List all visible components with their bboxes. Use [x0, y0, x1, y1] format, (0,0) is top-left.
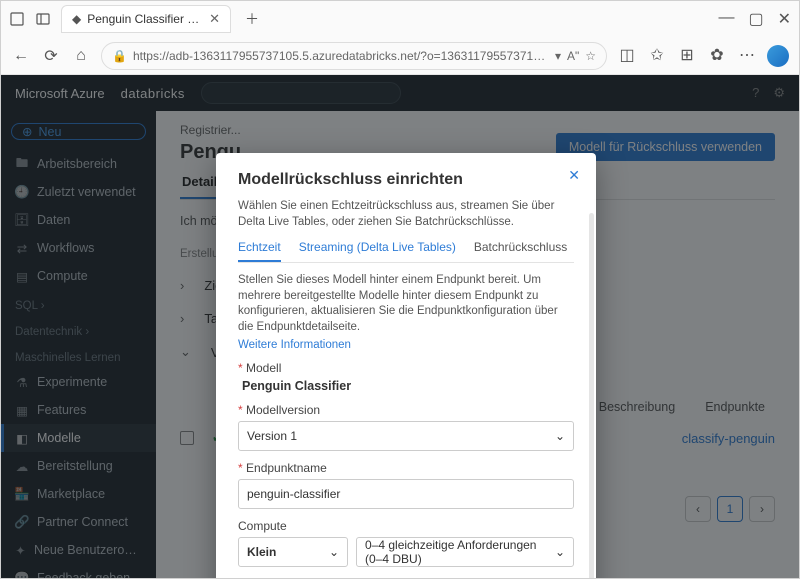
modal-close-icon[interactable]: ✕	[568, 167, 580, 184]
version-select-value: Version 1	[247, 429, 297, 443]
version-select[interactable]: Version 1 ⌄	[238, 421, 574, 451]
chevron-down-icon: ⌄	[555, 429, 565, 443]
browser-tab[interactable]: ◆ Penguin Classifier - MLflow Mod... ✕	[61, 5, 231, 33]
compute-size-select[interactable]: Klein ⌄	[238, 537, 348, 567]
window-minimize-icon[interactable]: —	[718, 9, 734, 29]
model-name-value: Penguin Classifier	[238, 379, 574, 393]
inference-setup-modal: ✕ Modellrückschluss einrichten Wählen Si…	[216, 153, 596, 578]
modal-tab-streaming[interactable]: Streaming (Delta Live Tables)	[299, 240, 456, 262]
extensions-icon[interactable]: ✿	[707, 45, 727, 65]
new-tab-button[interactable]: ＋	[241, 8, 263, 30]
expand-url-icon[interactable]: ▾	[555, 49, 561, 63]
favorite-icon[interactable]: ☆	[585, 49, 596, 63]
tab-title: Penguin Classifier - MLflow Mod...	[87, 12, 203, 26]
modal-scrollbar[interactable]	[589, 213, 594, 578]
reader-mode-icon[interactable]: A"	[567, 49, 579, 63]
bing-chat-icon[interactable]	[767, 45, 789, 67]
url-text: https://adb-1363117955737105.5.azuredata…	[133, 49, 549, 63]
compute-desc-select[interactable]: 0–4 gleichzeitige Anforderungen (0–4 DBU…	[356, 537, 574, 567]
chevron-down-icon: ⌄	[329, 545, 339, 559]
collections-icon[interactable]: ⊞	[677, 45, 697, 65]
nav-back-icon[interactable]: ←	[11, 46, 31, 66]
nav-home-icon[interactable]: ⌂	[71, 46, 91, 66]
endpoint-field-label: Endpunktname	[238, 461, 574, 475]
chevron-down-icon: ⌄	[555, 545, 565, 559]
modal-title: Modellrückschluss einrichten	[238, 171, 574, 189]
compute-desc-value: 0–4 gleichzeitige Anforderungen (0–4 DBU…	[365, 538, 555, 566]
browser-titlebar: ◆ Penguin Classifier - MLflow Mod... ✕ ＋…	[1, 1, 799, 37]
model-field-label: Modell	[238, 361, 574, 375]
split-screen-icon[interactable]: ◫	[617, 45, 637, 65]
window-close-icon[interactable]: ✕	[778, 9, 791, 29]
tab-close-icon[interactable]: ✕	[209, 11, 220, 27]
more-info-link[interactable]: Weitere Informationen	[238, 339, 574, 351]
browser-address-bar: ← ⟳ ⌂ 🔒 https://adb-1363117955737105.5.a…	[1, 37, 799, 75]
more-icon[interactable]: ⋯	[737, 45, 757, 65]
favorites-icon[interactable]: ✩	[647, 45, 667, 65]
url-field[interactable]: 🔒 https://adb-1363117955737105.5.azureda…	[101, 42, 607, 70]
compute-size-value: Klein	[247, 545, 276, 559]
tabs-overview-icon[interactable]	[9, 11, 25, 27]
modal-tab-batch[interactable]: Batchrückschluss	[474, 240, 567, 262]
compute-field-label: Compute	[238, 519, 574, 533]
modal-description: Wählen Sie einen Echtzeitrückschluss aus…	[238, 199, 574, 230]
modal-tab-realtime[interactable]: Echtzeit	[238, 240, 281, 262]
tab-favicon: ◆	[72, 13, 81, 25]
modal-tabs: Echtzeit Streaming (Delta Live Tables) B…	[238, 240, 574, 263]
window-maximize-icon[interactable]: ▢	[748, 9, 763, 29]
modal-info-text: Stellen Sie dieses Modell hinter einem E…	[238, 273, 574, 335]
lock-icon: 🔒	[112, 49, 127, 63]
sidebar-toggle-icon[interactable]	[35, 11, 51, 27]
endpoint-name-input[interactable]	[238, 479, 574, 509]
nav-refresh-icon[interactable]: ⟳	[41, 46, 61, 66]
version-field-label: Modellversion	[238, 403, 574, 417]
